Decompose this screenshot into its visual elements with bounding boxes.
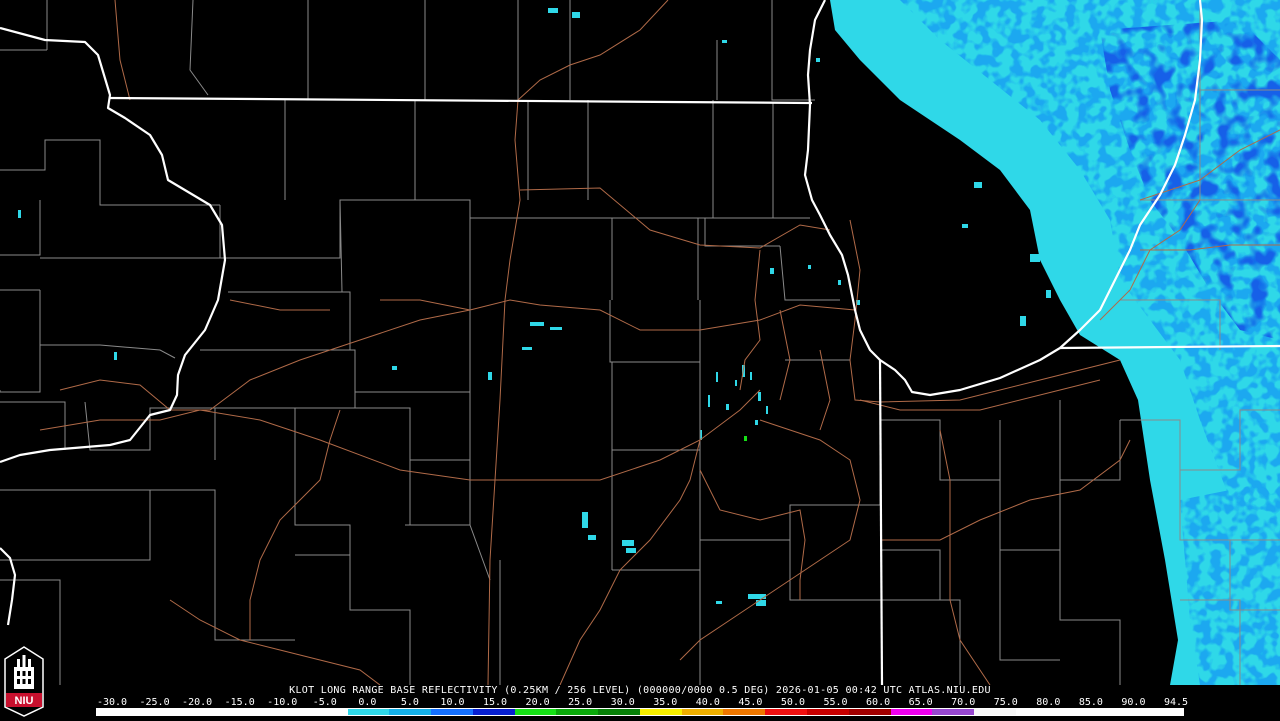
scale-color-segment [639,709,682,715]
scale-color-segment [514,709,557,715]
scale-color-segment [1057,709,1100,715]
scale-color-segment [598,709,640,715]
scale-color-segment [305,709,348,715]
niu-logo-text: NIU [15,695,34,707]
radar-map-canvas [0,0,1280,685]
scale-color-segment [389,709,432,715]
scale-color-segment [556,709,599,715]
scale-color-segment [807,709,849,715]
scale-color-segment [1015,709,1058,715]
scale-color-segment [723,709,766,715]
caption-source: ATLAS.NIU.EDU [908,685,991,696]
caption-product: LONG RANGE BASE REFLECTIVITY [320,685,498,696]
radar-map [0,0,1280,720]
scale-color-segment [222,709,265,715]
niu-logo-graphic: NIU [4,646,44,717]
scale-color-segment [974,709,1016,715]
scale-color-segment [431,709,473,715]
scale-color-segment [138,709,181,715]
caption-time: 00:42 UTC [845,685,903,696]
scale-color-segment [1141,709,1183,715]
scale-color-segment [264,709,306,715]
scale-color-segment [97,709,139,715]
scale-color-segment [472,709,515,715]
scale-color-segment [347,709,390,715]
echo-green-cell [744,436,747,441]
scale-color-segment [681,709,724,715]
scale-color-segment [1099,709,1142,715]
niu-emblem-icon [14,655,34,689]
niu-logo: NIU [3,645,45,717]
scale-color-segment [180,709,223,715]
scale-color-segment [890,709,933,715]
caption-resolution: (0.25KM / 256 LEVEL) [504,685,631,696]
caption-date: 2026-01-05 [775,685,840,696]
scale-color-segment [932,709,975,715]
caption-station: KLOT [289,685,315,696]
color-scale-bar [96,708,1184,716]
product-caption: KLOT LONG RANGE BASE REFLECTIVITY (0.25K… [0,685,1280,697]
caption-volume: (000000/0000 0.5 DEG) [636,685,770,696]
scale-color-segment [765,709,808,715]
scale-color-segment [848,709,891,715]
